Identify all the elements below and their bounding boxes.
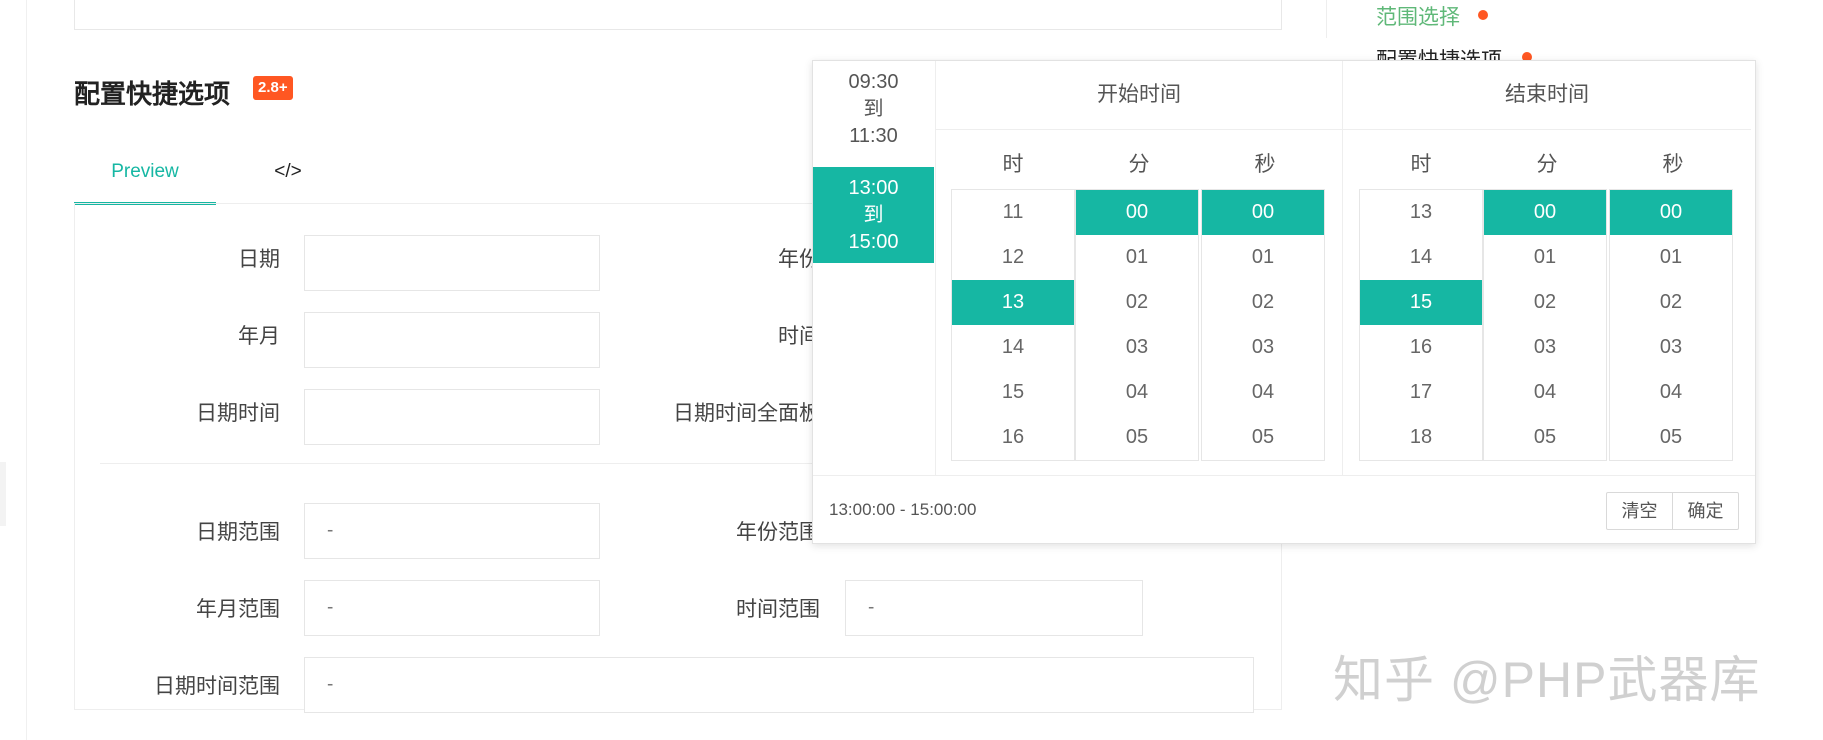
side-nav-item-range-select[interactable]: 范围选择 xyxy=(1376,1,1460,31)
version-badge: 2.8+ xyxy=(253,76,293,100)
datetime-range-label: 日期时间范围 xyxy=(154,675,280,698)
shortcut-to: 11:30 xyxy=(849,124,898,147)
datetime-range-input[interactable]: - xyxy=(304,657,1254,713)
time-option[interactable]: 04 xyxy=(1076,370,1198,415)
shortcut-to: 15:00 xyxy=(848,230,899,253)
shortcut-morning[interactable]: 09:30 到 11:30 xyxy=(813,61,934,157)
datetime-label: 日期时间 xyxy=(196,402,280,425)
year-month-range-label: 年月范围 xyxy=(196,598,280,621)
time-option[interactable]: 04 xyxy=(1484,370,1606,415)
time-option[interactable]: 04 xyxy=(1610,370,1732,415)
start-hour-list[interactable]: 11 12 13 14 15 16 xyxy=(951,189,1075,461)
side-nav-rail xyxy=(1326,0,1327,38)
time-option[interactable]: 01 xyxy=(1610,235,1732,280)
end-hour-header: 时 xyxy=(1410,153,1432,176)
popup-footer: 13:00:00 - 15:00:00 清空 确定 xyxy=(813,475,1755,543)
datetime-input[interactable] xyxy=(304,389,600,445)
time-option[interactable]: 14 xyxy=(952,325,1074,370)
time-option[interactable]: 02 xyxy=(1202,280,1324,325)
start-minute-list[interactable]: 00 01 02 03 04 05 xyxy=(1075,189,1199,461)
year-range-label: 年份范围 xyxy=(736,521,820,544)
tab-code[interactable]: </> xyxy=(216,152,360,202)
time-option[interactable]: 18 xyxy=(1360,415,1482,460)
time-range-label: 时间范围 xyxy=(736,598,820,621)
time-option[interactable]: 05 xyxy=(1202,415,1324,460)
shortcut-from: 13:00 xyxy=(848,176,899,199)
time-option[interactable]: 00 xyxy=(1076,190,1198,235)
time-option[interactable]: 01 xyxy=(1202,235,1324,280)
time-option[interactable]: 15 xyxy=(1360,280,1482,325)
time-option[interactable]: 12 xyxy=(952,235,1074,280)
time-option[interactable]: 03 xyxy=(1076,325,1198,370)
time-option[interactable]: 14 xyxy=(1360,235,1482,280)
time-option[interactable]: 00 xyxy=(1484,190,1606,235)
time-option[interactable]: 16 xyxy=(1360,325,1482,370)
section-title: 配置快捷选项 xyxy=(74,79,231,109)
clear-button[interactable]: 清空 xyxy=(1606,492,1673,530)
time-option[interactable]: 03 xyxy=(1202,325,1324,370)
end-minute-header: 分 xyxy=(1536,153,1558,176)
time-option[interactable]: 15 xyxy=(952,370,1074,415)
date-range-label: 日期范围 xyxy=(196,521,280,544)
watermark-text: 知乎 @PHP武器库 xyxy=(1333,652,1761,708)
shortcut-sep: 到 xyxy=(863,97,884,120)
year-label: 年份 xyxy=(778,248,820,271)
end-second-header: 秒 xyxy=(1662,153,1684,176)
year-month-range-input[interactable]: - xyxy=(304,580,600,636)
time-option[interactable]: 02 xyxy=(1076,280,1198,325)
time-option[interactable]: 00 xyxy=(1202,190,1324,235)
end-hour-list[interactable]: 13 14 15 16 17 18 xyxy=(1359,189,1483,461)
time-option[interactable]: 05 xyxy=(1610,415,1732,460)
time-option[interactable]: 05 xyxy=(1076,415,1198,460)
selected-range-value: 13:00:00 - 15:00:00 xyxy=(829,500,977,519)
start-time-title: 开始时间 xyxy=(935,61,1343,130)
previous-demo-panel xyxy=(74,0,1282,30)
time-option[interactable]: 13 xyxy=(1360,190,1482,235)
shortcut-afternoon[interactable]: 13:00 到 15:00 xyxy=(813,167,934,263)
date-label: 日期 xyxy=(238,248,280,271)
time-option[interactable]: 02 xyxy=(1484,280,1606,325)
time-option[interactable]: 02 xyxy=(1610,280,1732,325)
end-time-picker: 结束时间 时 分 秒 13 14 15 16 17 18 00 01 02 03 04 05 00 0… xyxy=(1343,61,1751,475)
time-option[interactable]: 05 xyxy=(1484,415,1606,460)
time-option[interactable]: 00 xyxy=(1610,190,1732,235)
start-second-header: 秒 xyxy=(1254,153,1276,176)
end-time-title: 结束时间 xyxy=(1343,61,1751,130)
left-sidebar-handle[interactable] xyxy=(0,462,6,526)
left-sidebar-edge xyxy=(0,0,27,740)
shortcut-list: 09:30 到 11:30 13:00 到 15:00 xyxy=(813,61,936,475)
side-nav-dot xyxy=(1478,10,1488,20)
time-option[interactable]: 03 xyxy=(1610,325,1732,370)
datetime-full-label: 日期时间全面板 xyxy=(673,402,820,425)
start-hour-header: 时 xyxy=(1002,153,1024,176)
time-label: 时间 xyxy=(778,325,820,348)
start-minute-header: 分 xyxy=(1128,153,1150,176)
time-option[interactable]: 11 xyxy=(952,190,1074,235)
year-month-label: 年月 xyxy=(238,325,280,348)
time-option[interactable]: 13 xyxy=(952,280,1074,325)
date-input[interactable] xyxy=(304,235,600,291)
time-range-popup: 09:30 到 11:30 13:00 到 15:00 开始时间 时 分 秒 1… xyxy=(812,60,1756,544)
tab-preview[interactable]: Preview xyxy=(74,152,216,205)
time-range-input[interactable]: - xyxy=(845,580,1143,636)
time-option[interactable]: 03 xyxy=(1484,325,1606,370)
confirm-button[interactable]: 确定 xyxy=(1672,492,1739,530)
shortcut-sep: 到 xyxy=(863,203,884,226)
time-option[interactable]: 17 xyxy=(1360,370,1482,415)
date-range-input[interactable]: - xyxy=(304,503,600,559)
end-second-list[interactable]: 00 01 02 03 04 05 xyxy=(1609,189,1733,461)
time-option[interactable]: 04 xyxy=(1202,370,1324,415)
end-minute-list[interactable]: 00 01 02 03 04 05 xyxy=(1483,189,1607,461)
start-second-list[interactable]: 00 01 02 03 04 05 xyxy=(1201,189,1325,461)
year-month-input[interactable] xyxy=(304,312,600,368)
time-option[interactable]: 01 xyxy=(1076,235,1198,280)
start-time-picker: 开始时间 时 分 秒 11 12 13 14 15 16 00 01 02 03 04 05 00 0… xyxy=(935,61,1343,475)
time-option[interactable]: 01 xyxy=(1484,235,1606,280)
shortcut-from: 09:30 xyxy=(848,70,899,93)
time-option[interactable]: 16 xyxy=(952,415,1074,460)
